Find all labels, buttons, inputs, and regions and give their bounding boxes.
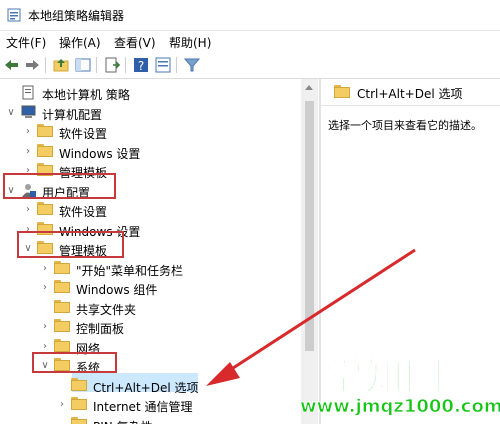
folder-icon bbox=[37, 124, 54, 139]
policy-icon bbox=[20, 85, 37, 100]
details-header: Ctrl+Alt+Del 选项 bbox=[321, 79, 500, 106]
highlight-user-config bbox=[3, 173, 116, 199]
tree-node-label: 软件设置 bbox=[59, 127, 108, 141]
watermark-logo: 学知网 bbox=[324, 354, 446, 400]
tree-node-label: 计算机配置 bbox=[42, 107, 103, 122]
menu-action[interactable]: 操作(A) bbox=[59, 34, 101, 51]
computer-icon bbox=[20, 105, 37, 120]
folder-icon bbox=[71, 377, 88, 393]
folder-icon bbox=[37, 202, 54, 217]
filter-icon[interactable] bbox=[183, 56, 201, 74]
collapsed-chevron-icon[interactable]: › bbox=[57, 399, 67, 411]
export-list-icon[interactable] bbox=[103, 56, 121, 74]
folder-icon bbox=[71, 397, 88, 412]
folder-icon bbox=[37, 143, 54, 159]
tree-node-label: Internet 通信管理 bbox=[93, 400, 193, 414]
collapsed-chevron-icon[interactable]: › bbox=[40, 263, 50, 275]
menu-help[interactable]: 帮助(H) bbox=[169, 34, 211, 51]
folder-icon bbox=[334, 85, 350, 98]
tree-node-label: "开始"菜单和任务栏 bbox=[76, 263, 184, 278]
tree-node-label: 本地计算机 策略 bbox=[42, 88, 130, 102]
folder-icon bbox=[54, 260, 71, 276]
menu-bar: 文件(F) 操作(A) 查看(V) 帮助(H) bbox=[0, 31, 500, 51]
collapsed-chevron-icon[interactable]: › bbox=[40, 282, 50, 294]
tree-node-label: Windows 组件 bbox=[76, 283, 158, 297]
folder-icon bbox=[54, 319, 71, 334]
forward-arrow-icon[interactable] bbox=[23, 56, 41, 74]
watermark-url: www.jmqz1000.com bbox=[300, 396, 500, 418]
no-toggle bbox=[57, 380, 67, 392]
expanded-chevron-icon[interactable]: ∨ bbox=[6, 107, 16, 119]
menu-view[interactable]: 查看(V) bbox=[114, 34, 156, 51]
tree-pane: 本地计算机 策略 ∨ 计算机配置 › 软件设置 › Windows 设置 › 管理模板 ∨ 用户配置… bbox=[0, 79, 319, 424]
no-toggle bbox=[6, 87, 16, 99]
collapsed-chevron-icon[interactable]: › bbox=[23, 146, 33, 158]
details-header-label: Ctrl+Alt+Del 选项 bbox=[357, 87, 463, 101]
highlight-admin-templates bbox=[17, 231, 124, 258]
title-bar: 本地组策略编辑器 bbox=[0, 0, 500, 31]
up-folder-icon[interactable] bbox=[52, 56, 70, 74]
tree-node-label: Windows 设置 bbox=[59, 146, 141, 161]
toolbar: ? bbox=[0, 52, 500, 79]
no-toggle bbox=[40, 302, 50, 314]
window-title: 本地组策略编辑器 bbox=[28, 9, 125, 23]
collapsed-chevron-icon[interactable]: › bbox=[40, 321, 50, 333]
tree-scrollbar[interactable] bbox=[301, 79, 318, 424]
tree-node-label: PIN 复杂性 bbox=[93, 418, 153, 424]
folder-icon bbox=[71, 416, 88, 424]
details-description: 选择一个项目来查看它的描述。 bbox=[328, 119, 482, 132]
policy-editor-icon bbox=[7, 8, 21, 22]
highlight-system bbox=[32, 352, 117, 373]
tree-node-label: 共享文件夹 bbox=[76, 302, 137, 317]
svg-text:?: ? bbox=[138, 59, 144, 73]
folder-icon bbox=[54, 299, 71, 315]
folder-icon bbox=[54, 280, 71, 295]
scroll-thumb[interactable] bbox=[305, 101, 314, 351]
tree-node-label: 控制面板 bbox=[76, 322, 125, 336]
collapsed-chevron-icon[interactable]: › bbox=[40, 341, 50, 353]
scroll-up-icon[interactable] bbox=[305, 85, 313, 90]
back-arrow-icon[interactable] bbox=[3, 56, 21, 74]
menu-file[interactable]: 文件(F) bbox=[6, 34, 46, 51]
no-toggle bbox=[57, 419, 67, 424]
tree-node-label: 软件设置 bbox=[59, 205, 108, 219]
collapsed-chevron-icon[interactable]: › bbox=[23, 204, 33, 216]
properties-icon[interactable] bbox=[154, 56, 172, 74]
help-icon[interactable]: ? bbox=[132, 56, 150, 74]
tree-node-label: Ctrl+Alt+Del 选项 bbox=[93, 380, 199, 395]
collapsed-chevron-icon[interactable]: › bbox=[23, 126, 33, 138]
show-hide-tree-icon[interactable] bbox=[74, 56, 92, 74]
